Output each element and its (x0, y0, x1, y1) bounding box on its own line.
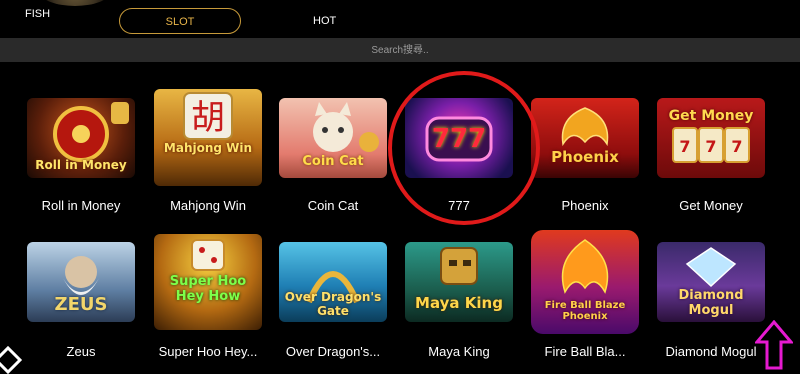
tab-slot[interactable]: SLOT (119, 8, 241, 34)
phoenix-bird-icon (561, 107, 609, 147)
game-thumbnail[interactable]: Super Hoo Hey How (154, 234, 262, 330)
game-art-title: Diamond Mogul (678, 288, 744, 318)
search-bar (0, 38, 800, 62)
game-thumbnail[interactable]: Phoenix (531, 98, 639, 178)
brand-logo (40, 0, 110, 6)
tab-fish[interactable]: FISH (25, 4, 50, 30)
svg-text:胡: 胡 (191, 98, 225, 138)
game-thumbnail[interactable]: Maya King (405, 242, 513, 322)
game-thumbnail[interactable]: Coin Cat (279, 98, 387, 178)
corner-expand-icon[interactable] (0, 346, 22, 374)
highlight-circle (388, 71, 540, 225)
tab-hot[interactable]: HOT (313, 8, 336, 34)
game-title: Get Money (679, 198, 743, 213)
game-art-title: Mahjong Win (163, 141, 253, 155)
game-art-title: Roll in Money (35, 158, 127, 172)
game-thumbnail[interactable]: ZEUS (27, 242, 135, 322)
game-thumbnail[interactable]: Roll in Money (27, 98, 135, 178)
game-art-title: Over Dragon's Gate (284, 290, 382, 318)
game-title: Zeus (66, 344, 96, 359)
game-title: Roll in Money (41, 198, 121, 213)
game-art-title: Super Hoo Hey How (169, 274, 247, 304)
game-art-title: Get Money (668, 108, 754, 124)
up-arrow-icon[interactable] (755, 320, 793, 370)
search-input[interactable] (0, 38, 800, 62)
game-thumbnail[interactable]: 7 7 7 Get Money (657, 98, 765, 178)
game-art-title: Phoenix (551, 148, 619, 166)
game-art-title: Fire Ball Blaze Phoenix (544, 300, 626, 322)
svg-text:7: 7 (679, 137, 690, 156)
game-thumbnail[interactable]: Over Dragon's Gate (279, 242, 387, 322)
game-art-title: Coin Cat (302, 154, 364, 169)
mahjong-tile-icon: 胡 (183, 92, 233, 140)
game-thumbnail[interactable]: 胡 Mahjong Win (154, 89, 262, 186)
game-art-title: ZEUS (54, 294, 108, 315)
game-thumbnail[interactable]: Diamond Mogul (657, 242, 765, 322)
game-thumbnail[interactable]: Fire Ball Blaze Phoenix (531, 230, 639, 334)
game-art-title: Maya King (415, 294, 503, 312)
svg-text:7: 7 (731, 137, 742, 156)
svg-text:7: 7 (705, 137, 716, 156)
top-tab-bar: FISH SLOT HOT (0, 0, 800, 38)
